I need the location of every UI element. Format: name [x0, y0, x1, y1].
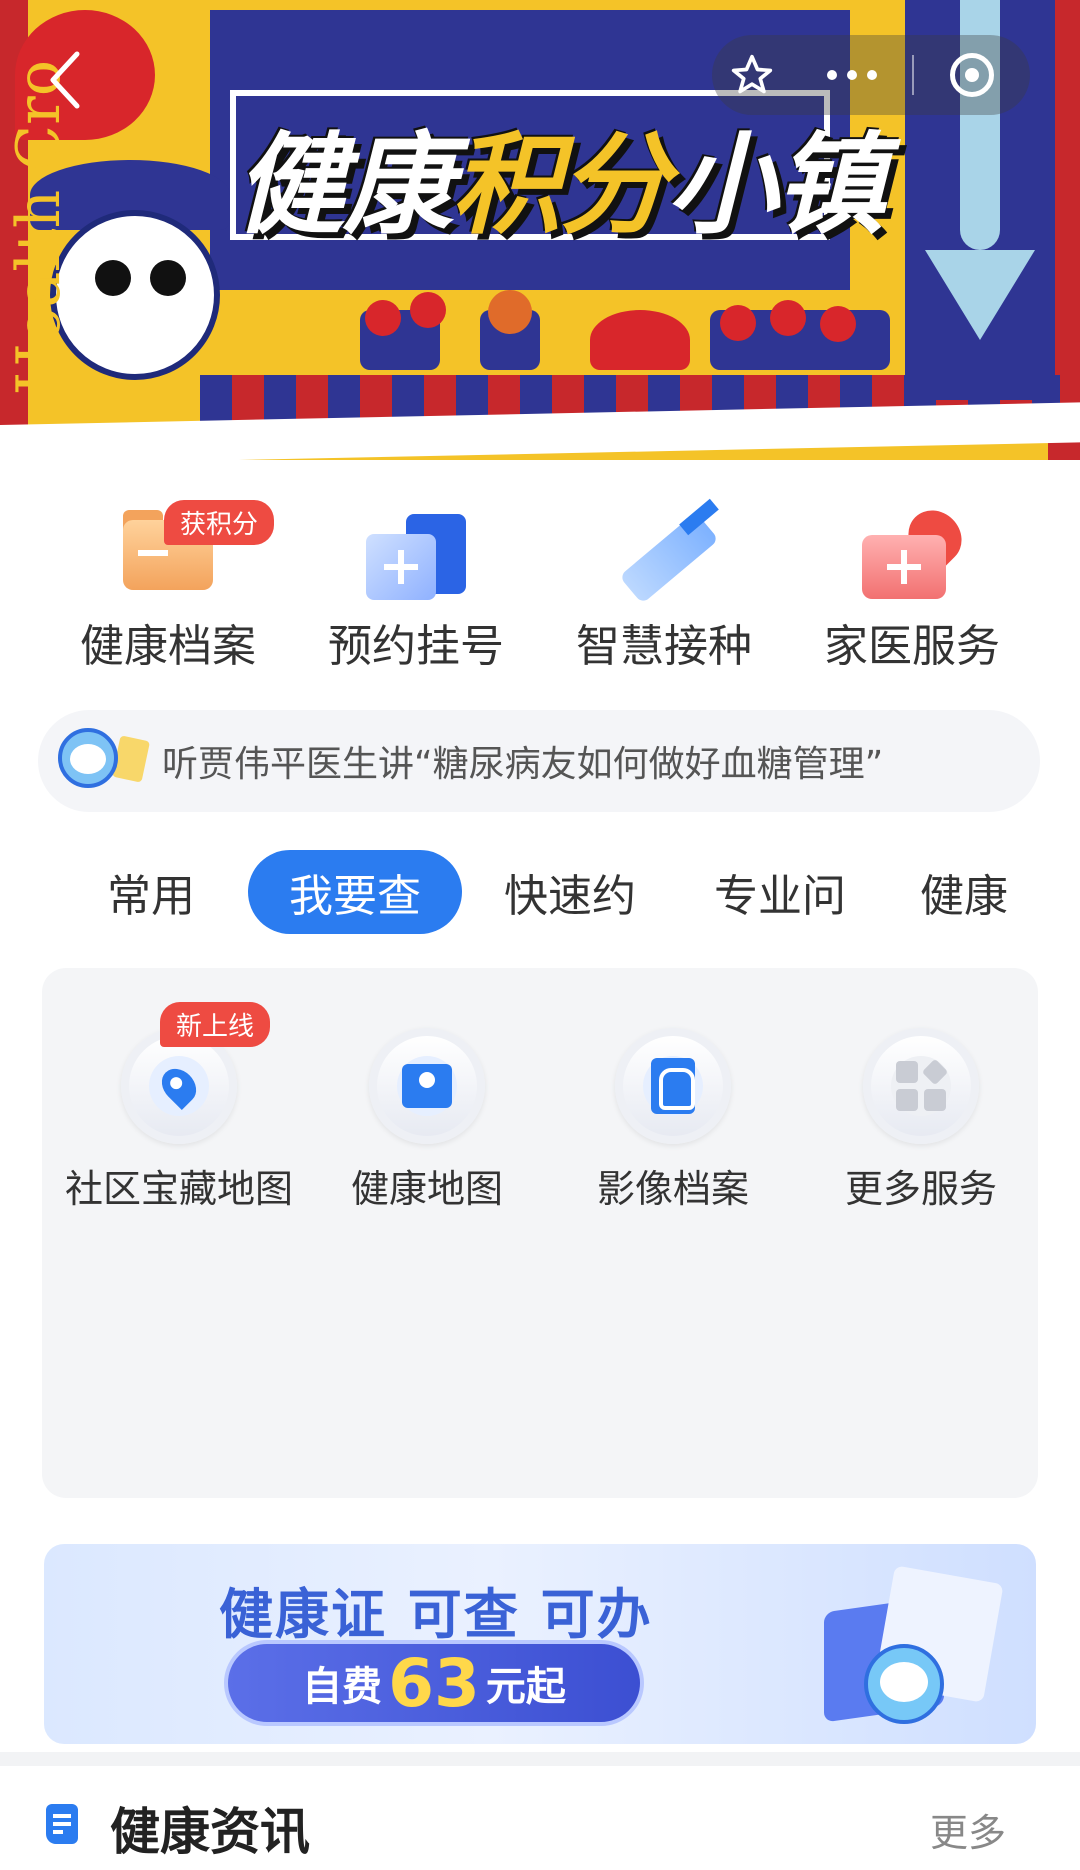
promo-suffix: 元起	[485, 1664, 566, 1710]
banner-title-part: 健康	[235, 121, 453, 249]
service-community-map[interactable]: 社区宝藏地图	[56, 1028, 302, 1213]
chevron-left-icon	[50, 51, 80, 109]
quick-service-appointment[interactable]: 预约挂号	[292, 500, 540, 680]
lung-image-icon	[615, 1028, 731, 1144]
flower-decoration	[770, 300, 806, 336]
promo-prefix: 自费	[302, 1664, 383, 1710]
points-badge: 获积分	[164, 500, 275, 545]
medical-kit-heart-icon	[857, 499, 973, 600]
promo-mascot-illustration	[824, 1564, 1004, 1734]
service-panel: 社区宝藏地图 新上线 健康地图 影像档案 更多服务	[42, 968, 1038, 1498]
quick-service-family-doctor[interactable]: 家医服务	[788, 499, 1036, 680]
back-button[interactable]	[40, 45, 90, 115]
grid-more-icon	[863, 1028, 979, 1144]
tab-expert-ask[interactable]: 专业问	[700, 850, 860, 934]
news-more-link[interactable]: 更多	[930, 1802, 1006, 1857]
close-button[interactable]	[914, 35, 1030, 115]
quick-service-label: 智慧接种	[576, 621, 752, 672]
health-certificate-promo[interactable]: 健康证 可查 可办 自费 63 元起	[44, 1544, 1036, 1744]
promo-price-pill: 自费 63 元起	[224, 1640, 644, 1726]
flower-decoration	[720, 305, 756, 341]
notice-bar[interactable]: 听贾伟平医生讲“糖尿病友如何做好血糖管理”	[38, 710, 1040, 812]
tab-common[interactable]: 常用	[86, 850, 216, 934]
favorite-button[interactable]	[712, 35, 792, 115]
quick-service-label: 家医服务	[824, 621, 1000, 672]
add-card-icon	[361, 500, 471, 600]
service-imaging-records[interactable]: 影像档案	[550, 1028, 796, 1213]
star-icon	[731, 54, 773, 94]
category-tabs: 常用 我要查 快速约 专业问 健康	[0, 850, 1080, 934]
target-close-icon	[950, 53, 994, 97]
funnel-decoration	[925, 250, 1035, 340]
mini-program-capsule	[712, 35, 1030, 115]
quick-services: 获积分 健康档案 预约挂号 智慧接种 家医服务	[0, 498, 1080, 680]
banner-title-part: 小镇	[667, 121, 885, 249]
mascot-eye	[150, 260, 186, 296]
service-more[interactable]: 更多服务	[798, 1028, 1044, 1213]
quick-service-health-record[interactable]: 获积分 健康档案	[44, 500, 292, 680]
tab-query[interactable]: 我要查	[248, 850, 462, 934]
service-health-map[interactable]: 健康地图	[304, 1028, 550, 1213]
more-button[interactable]	[792, 35, 912, 115]
service-label: 影像档案	[596, 1167, 749, 1211]
section-divider	[0, 1752, 1080, 1766]
service-label: 更多服务	[844, 1167, 997, 1211]
mascot-eye	[95, 260, 131, 296]
promo-price: 63	[388, 1644, 480, 1722]
flower-decoration	[820, 306, 856, 342]
mascot	[50, 210, 220, 380]
map-icon	[369, 1028, 485, 1144]
banner-title-highlight: 积分	[451, 121, 669, 249]
tab-quick-booking[interactable]: 快速约	[490, 850, 650, 934]
mascot-avatar-icon	[38, 710, 151, 812]
syringe-icon	[609, 498, 719, 604]
cactus-decoration	[488, 290, 532, 334]
news-section-header: 健康资讯 更多	[0, 1766, 1080, 1870]
banner-title: 健康积分小镇	[235, 95, 885, 255]
quick-service-label: 健康档案	[80, 621, 256, 672]
news-title: 健康资讯	[110, 1803, 310, 1861]
flower-decoration	[410, 292, 446, 328]
service-label: 健康地图	[350, 1167, 503, 1211]
new-badge: 新上线	[160, 1002, 271, 1047]
more-dots-icon	[827, 70, 877, 80]
tab-health[interactable]: 健康	[920, 850, 1040, 934]
quick-service-vaccination[interactable]: 智慧接种	[540, 498, 788, 680]
quick-service-label: 预约挂号	[328, 621, 504, 672]
flower-decoration	[365, 300, 401, 336]
service-label: 社区宝藏地图	[64, 1167, 293, 1211]
lotus-decoration	[590, 310, 690, 370]
document-icon	[46, 1804, 78, 1844]
notice-text: 听贾伟平医生讲“糖尿病友如何做好血糖管理”	[162, 744, 884, 785]
promo-title: 健康证 可查 可办	[219, 1583, 653, 1646]
